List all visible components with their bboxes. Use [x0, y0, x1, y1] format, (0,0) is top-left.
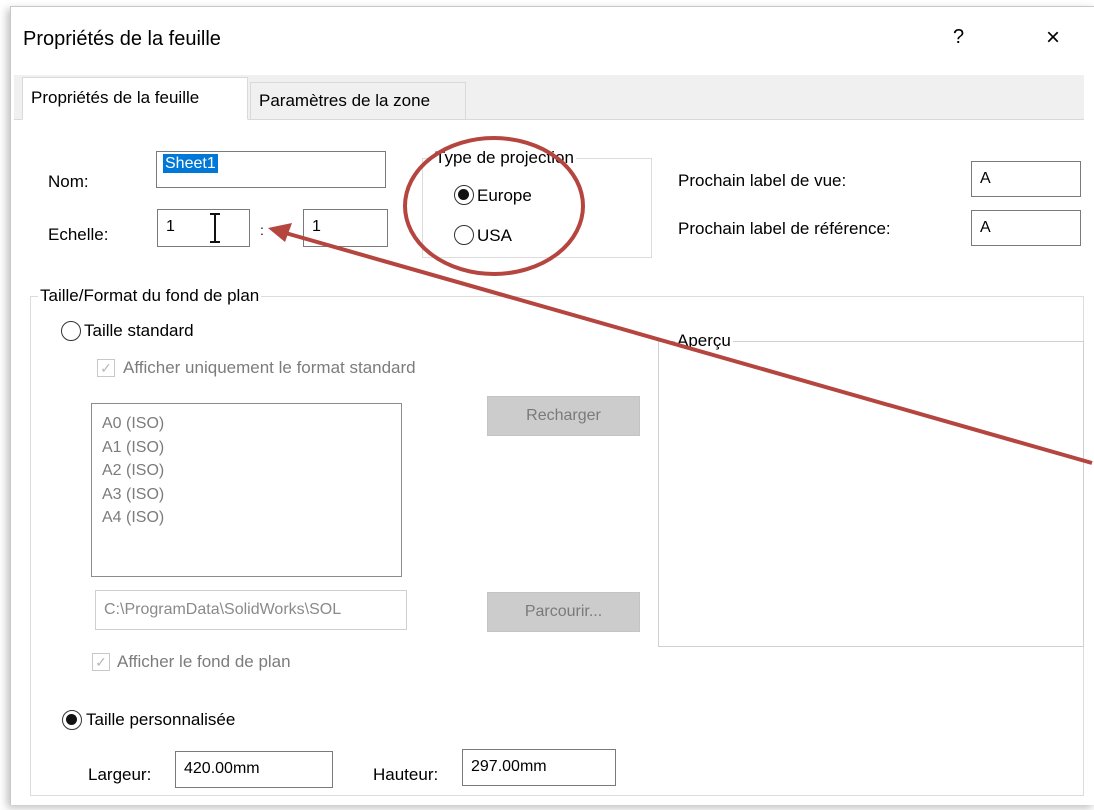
annotation-circle — [403, 136, 585, 276]
annotation-overlay — [268, 136, 1093, 465]
annotation-arrow-line — [281, 230, 1093, 465]
annotation-arrow-head — [268, 223, 292, 242]
